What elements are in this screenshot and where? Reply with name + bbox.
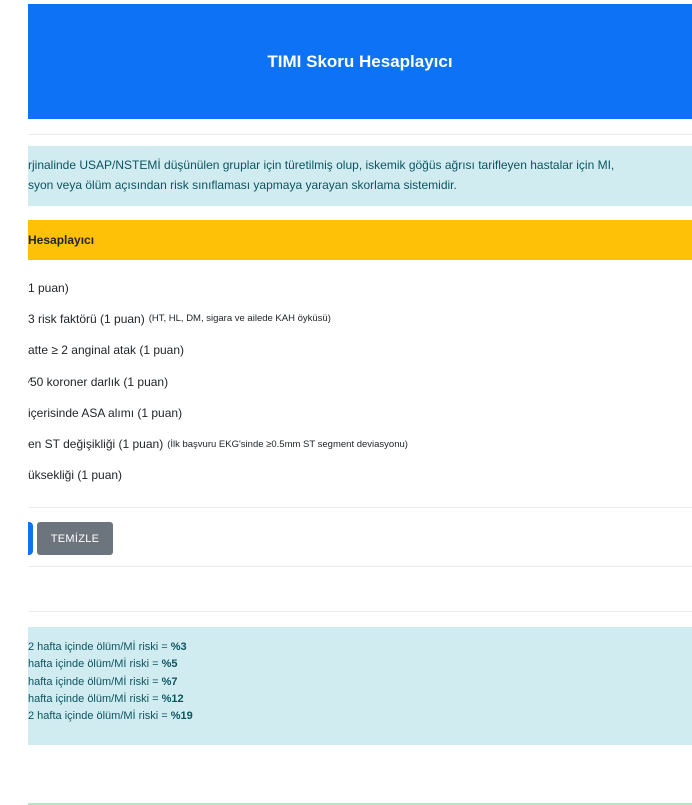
criterion-label: 1 puan): [28, 280, 69, 295]
criterion-note: (HT, HL, DM, sigara ve ailede KAH öyküsü…: [148, 313, 331, 325]
criterion-age[interactable]: 1 puan): [28, 272, 692, 303]
clear-button[interactable]: TEMİZLE: [37, 522, 113, 555]
button-row: TEMİZLE: [28, 507, 692, 567]
calculate-button[interactable]: [28, 522, 33, 555]
criterion-label: üksekliği (1 puan): [28, 468, 123, 483]
calculator-title: Hesaplayıcı: [28, 233, 95, 247]
risk-line: hafta içinde ölüm/Mİ riski = %12: [28, 691, 692, 708]
risk-value: %3: [170, 641, 187, 653]
description-line-1: rjinalinde USAP/NSTEMİ düşünülen gruplar…: [28, 158, 615, 172]
risk-line: hafta içinde ölüm/Mİ riski = %5: [28, 656, 692, 673]
risk-line: hafta içinde ölüm/Mİ riski = %7: [28, 674, 692, 691]
risk-text: hafta içinde ölüm/Mİ riski =: [28, 692, 162, 705]
app-header: TIMI Skoru Hesaplayıcı: [28, 4, 692, 119]
risk-text: hafta içinde ölüm/Mİ riski =: [28, 675, 162, 688]
risk-value: %7: [161, 675, 178, 688]
criterion-st-change[interactable]: en ST değişikliği (1 puan) (İlk başvuru …: [28, 428, 692, 459]
tab-strip: [28, 119, 692, 135]
criterion-coronary-stenosis[interactable]: ⁄50 koroner darlık (1 puan): [28, 366, 692, 397]
criterion-asa[interactable]: içerisinde ASA alımı (1 puan): [28, 397, 692, 428]
risk-text: hafta içinde ölüm/Mİ riski =: [28, 658, 162, 671]
criterion-label: atte ≥ 2 anginal atak (1 puan): [28, 343, 185, 358]
criteria-list: 1 puan) 3 risk faktörü (1 puan) (HT, HL,…: [28, 272, 692, 491]
criterion-note: (İlk başvuru EKG'sinde ≥0.5mm ST segment…: [167, 438, 408, 450]
criterion-label: 3 risk faktörü (1 puan): [28, 311, 145, 326]
criterion-cardiac-markers[interactable]: üksekliği (1 puan): [28, 460, 692, 491]
risk-value: %5: [161, 658, 178, 671]
criterion-label: içerisinde ASA alımı (1 puan): [28, 405, 183, 420]
risk-text: 2 hafta içinde ölüm/Mİ riski =: [28, 710, 171, 723]
criterion-label: ⁄50 koroner darlık (1 puan): [28, 374, 169, 389]
risk-value: %19: [170, 710, 193, 723]
criterion-risk-factors[interactable]: 3 risk faktörü (1 puan) (HT, HL, DM, sig…: [28, 303, 692, 334]
result-area: [28, 575, 692, 612]
page-title: TIMI Skoru Hesaplayıcı: [267, 51, 453, 71]
risk-value: %12: [161, 692, 184, 705]
risk-text: 2 hafta içinde ölüm/Mİ riski =: [28, 641, 171, 653]
description-line-2: syon veya ölüm açısından risk sınıflamas…: [28, 178, 457, 192]
criterion-label: en ST değişikliği (1 puan): [28, 437, 164, 452]
criterion-angina[interactable]: atte ≥ 2 anginal atak (1 puan): [28, 335, 692, 366]
risk-line: 2 hafta içinde ölüm/Mİ riski = %3: [28, 639, 692, 656]
risk-table-alert: 2 hafta içinde ölüm/Mİ riski = %3 hafta …: [28, 627, 692, 745]
calculator-card-header: Hesaplayıcı: [28, 220, 692, 260]
description-alert: rjinalinde USAP/NSTEMİ düşünülen gruplar…: [28, 146, 692, 206]
risk-line: 2 hafta içinde ölüm/Mİ riski = %19: [28, 708, 692, 725]
